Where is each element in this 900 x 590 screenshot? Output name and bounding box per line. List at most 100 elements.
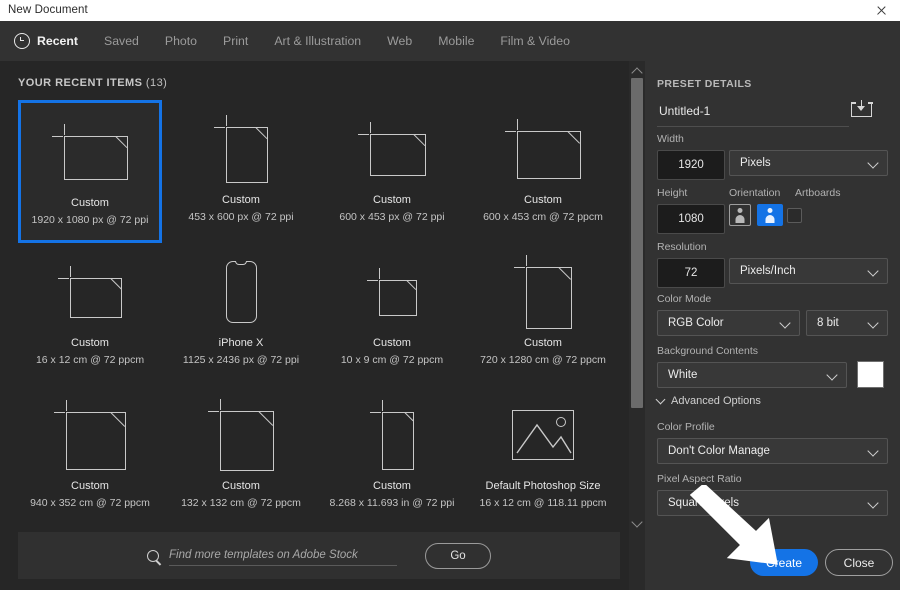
recent-item[interactable]: Custom 720 x 1280 cm @ 72 ppcm [471,243,615,386]
recent-item-name: Custom [524,194,562,206]
recent-item-size: 600 x 453 px @ 72 ppi [339,211,445,223]
document-name-input[interactable] [657,99,849,127]
document-icon [58,266,122,318]
width-input[interactable] [657,150,725,180]
recent-heading: YOUR RECENT ITEMS (13) [18,77,167,89]
recent-items-row: Custom 940 x 352 cm @ 72 ppcm Custom 132 x … [18,386,628,529]
chevron-down-icon [867,445,879,457]
recent-item[interactable]: Custom 1920 x 1080 px @ 72 ppi [18,100,162,243]
advanced-options-toggle[interactable]: Advanced Options [655,394,761,407]
preset-details-heading: PRESET DETAILS [657,78,752,90]
create-button[interactable]: Create [750,549,818,576]
tab-list: Recent Saved Photo Print Art & Illustration W… [14,21,596,61]
recent-item-size: 940 x 352 cm @ 72 ppcm [30,497,150,509]
recent-item[interactable]: Custom 600 x 453 px @ 72 ppi [320,100,464,243]
recent-item-size: 720 x 1280 cm @ 72 ppcm [480,354,606,366]
tab-label: Web [387,34,413,48]
save-preset-icon[interactable] [850,99,873,119]
chevron-down-icon [867,497,879,509]
resolution-label: Resolution [657,241,707,253]
recent-item-thumbnail [471,392,615,478]
orientation-label: Orientation [729,187,781,199]
recent-item-thumbnail [169,392,313,478]
go-button[interactable]: Go [425,542,491,569]
tab-recent[interactable]: Recent [14,21,78,61]
recent-item[interactable]: Custom 600 x 453 cm @ 72 ppcm [471,100,615,243]
recent-item-name: Custom [71,337,109,349]
tab-print[interactable]: Print [223,21,248,61]
recent-items-row: Custom 1920 x 1080 px @ 72 ppi Custom 453 x… [18,100,628,243]
close-icon[interactable] [868,2,894,19]
tab-art-illustration[interactable]: Art & Illustration [274,21,361,61]
window-title: New Document [8,4,88,16]
background-contents-select[interactable]: White [657,362,847,388]
recent-item-size: 10 x 9 cm @ 72 ppcm [340,354,444,366]
recent-item[interactable]: Custom 10 x 9 cm @ 72 ppcm [320,243,464,386]
color-depth-select[interactable]: 8 bit [806,310,888,336]
scroll-up-icon[interactable] [629,63,645,79]
pixel-aspect-ratio-select[interactable]: Square Pixels [657,490,888,516]
content-scrollbar[interactable] [629,61,645,590]
tab-label: Print [223,34,249,48]
recent-item-name: Custom [222,194,260,206]
recent-item-size: 132 x 132 cm @ 72 ppcm [181,497,301,509]
chevron-down-icon [867,265,879,277]
document-icon [208,399,274,471]
close-button[interactable]: Close [825,549,893,576]
recent-item-name: iPhone X [218,337,264,349]
recent-items-panel: YOUR RECENT ITEMS (13) Custom 1920 x 1080… [0,61,645,590]
phone-icon [225,261,257,323]
document-icon [214,115,268,183]
recent-item[interactable]: Custom 132 x 132 cm @ 72 ppcm [169,386,313,529]
recent-item-size: 600 x 453 cm @ 72 ppcm [483,211,603,223]
background-contents-label: Background Contents [657,345,758,357]
scrollbar-thumb[interactable] [631,78,643,408]
resolution-unit-select[interactable]: Pixels/Inch [729,258,888,284]
color-mode-label: Color Mode [657,293,712,305]
tab-saved[interactable]: Saved [104,21,139,61]
tab-label: Recent [37,34,79,48]
recent-count: (13) [145,77,168,89]
recent-item-size: 1125 x 2436 px @ 72 ppi [182,354,300,366]
document-icon [358,122,426,176]
orientation-portrait-icon[interactable] [729,204,751,226]
recent-item-thumbnail [320,106,464,192]
recent-item[interactable]: iPhone X 1125 x 2436 px @ 72 ppi [169,243,313,386]
height-label: Height [657,187,688,199]
preset-details-panel: PRESET DETAILS Width Pixels Height Orien… [645,61,900,590]
background-color-swatch[interactable] [857,361,884,388]
color-mode-value: RGB Color [668,317,724,329]
tab-film-video[interactable]: Film & Video [500,21,569,61]
recent-item-size: 1920 x 1080 px @ 72 ppi [31,214,149,226]
recent-item[interactable]: Custom 16 x 12 cm @ 72 ppcm [18,243,162,386]
tab-web[interactable]: Web [387,21,412,61]
recent-item-size: 453 x 600 px @ 72 ppi [188,211,294,223]
tab-photo[interactable]: Photo [165,21,197,61]
recent-item[interactable]: Custom 8.268 x 11.693 in @ 72 ppi [320,386,464,529]
scroll-down-icon[interactable] [629,514,645,530]
recent-item[interactable]: Custom 453 x 600 px @ 72 ppi [169,100,313,243]
recent-item-name: Default Photoshop Size [485,480,601,492]
color-mode-select[interactable]: RGB Color [657,310,800,336]
width-unit-select[interactable]: Pixels [729,150,888,176]
tab-label: Art & Illustration [274,34,362,48]
recent-item-name: Custom [222,480,260,492]
recent-item-thumbnail [18,392,162,478]
tab-mobile[interactable]: Mobile [438,21,474,61]
tab-label: Mobile [438,34,475,48]
artboards-checkbox[interactable] [787,208,802,223]
document-icon [54,400,126,470]
orientation-landscape-icon[interactable] [757,204,783,226]
recent-item-thumbnail [18,249,162,335]
tab-bar: Recent Saved Photo Print Art & Illustration W… [0,21,900,62]
color-profile-label: Color Profile [657,421,715,433]
recent-item[interactable]: Default Photoshop Size 16 x 12 cm @ 118.1… [471,386,615,529]
recent-item-name: Custom [71,197,109,209]
height-input[interactable] [657,204,725,234]
search-input[interactable] [169,545,397,566]
color-profile-select[interactable]: Don't Color Manage [657,438,888,464]
document-icon [52,124,128,180]
document-icon [514,255,572,329]
recent-item[interactable]: Custom 940 x 352 cm @ 72 ppcm [18,386,162,529]
resolution-input[interactable] [657,258,725,288]
